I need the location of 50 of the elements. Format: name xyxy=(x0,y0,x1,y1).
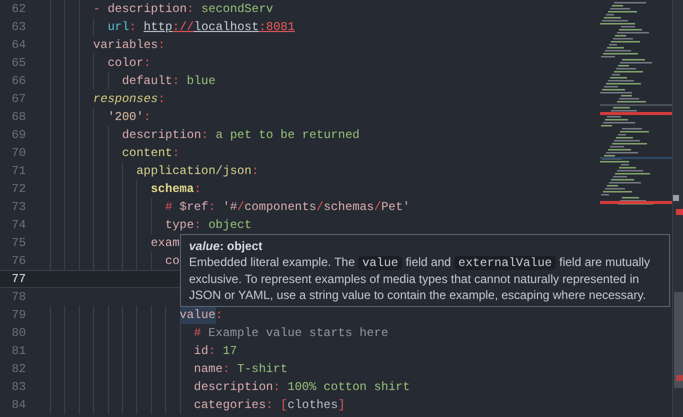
code-line: exam xyxy=(50,234,180,252)
code-line: # $ref: '#/components/schemas/Pet' xyxy=(50,198,410,216)
line-number: 70 xyxy=(10,145,26,162)
code-line: default: blue xyxy=(50,72,216,90)
code-line: application/json: xyxy=(50,162,259,180)
line-number: 64 xyxy=(10,37,26,54)
code-line: type: object xyxy=(50,216,252,234)
tooltip-title: value: object xyxy=(189,238,264,254)
code-line: id: 17 xyxy=(50,342,238,360)
code-line: variables: xyxy=(50,36,166,54)
line-number: 80 xyxy=(10,325,26,342)
line-number: 68 xyxy=(10,109,26,126)
code-line: name: T-shirt xyxy=(50,360,288,378)
code-line: description: 100% cotton shirt xyxy=(50,378,410,396)
line-number: 69 xyxy=(10,127,26,144)
line-number: 63 xyxy=(10,19,26,36)
line-number: 65 xyxy=(10,55,26,72)
line-number: 78 xyxy=(10,289,26,306)
code-line: schema: xyxy=(50,180,202,198)
line-number: 79 xyxy=(10,307,26,324)
error-marker-icon xyxy=(676,209,683,215)
code-line: # Example value starts here xyxy=(50,324,388,342)
code-line: color: xyxy=(50,54,151,72)
tooltip-description: Embedded literal example. The value field and externalValue field are mutually exclusive. To represent examples of media types that cannot naturally represented in JSON or YAML, use a string value to contain the example, escaping where necessary. xyxy=(189,254,651,303)
scroll-thumb[interactable] xyxy=(674,292,683,388)
code-line: value: xyxy=(50,306,223,324)
line-number: 81 xyxy=(10,343,26,360)
code-line: description: a pet to be returned xyxy=(50,126,360,144)
line-number: 76 xyxy=(10,253,26,270)
line-number: 72 xyxy=(10,181,26,198)
line-number: 83 xyxy=(10,379,26,396)
line-number: 82 xyxy=(10,361,26,378)
line-number: 67 xyxy=(10,91,26,108)
line-number: 71 xyxy=(10,163,26,180)
code-line: responses: xyxy=(50,90,166,108)
line-number: 66 xyxy=(10,73,26,90)
code-line: url: http://localhost:8081 xyxy=(50,18,295,36)
code-line: categories: [clothes] xyxy=(50,396,346,414)
line-number: 62 xyxy=(10,1,26,18)
line-number: 73 xyxy=(10,199,26,216)
code-line: content: xyxy=(50,144,180,162)
code-line: '200': xyxy=(50,108,151,126)
line-number: 77 xyxy=(10,271,26,288)
line-number: 84 xyxy=(10,397,26,414)
line-number: 75 xyxy=(10,235,26,252)
scrollbar[interactable] xyxy=(672,0,683,417)
error-marker-icon xyxy=(676,375,683,381)
line-number: 74 xyxy=(10,217,26,234)
code-line: - description: secondServ xyxy=(50,0,274,18)
cursor-marker-icon xyxy=(673,195,679,201)
